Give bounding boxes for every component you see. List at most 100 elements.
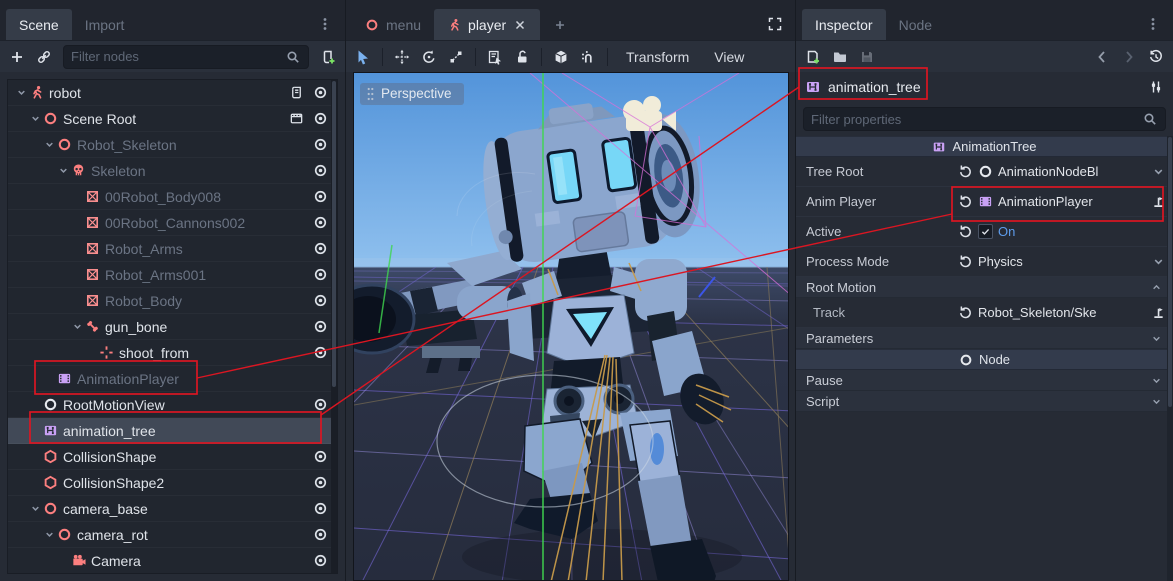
tree-node-robot-body[interactable]: Robot_Body bbox=[8, 288, 337, 314]
value-process-mode[interactable]: Physics bbox=[978, 254, 1023, 269]
tab-menu-scene[interactable]: menu bbox=[352, 9, 434, 40]
distraction-free-icon[interactable] bbox=[767, 16, 783, 32]
rotate-mode-button[interactable] bbox=[421, 49, 437, 65]
revert-icon[interactable] bbox=[958, 164, 973, 179]
revert-icon[interactable] bbox=[958, 224, 973, 239]
history-forward-icon[interactable] bbox=[1121, 49, 1137, 65]
transform-menu[interactable]: Transform bbox=[619, 49, 696, 65]
category-node[interactable]: Node bbox=[796, 349, 1173, 370]
move-mode-button[interactable] bbox=[394, 49, 410, 65]
section-chevron-icon[interactable] bbox=[1150, 281, 1163, 294]
visibility-eye-icon[interactable] bbox=[313, 293, 328, 308]
dropdown-chevron-icon[interactable] bbox=[1151, 164, 1166, 179]
visibility-eye-icon[interactable] bbox=[313, 319, 328, 334]
expand-arrow-icon[interactable] bbox=[28, 111, 43, 126]
tab-inspector[interactable]: Inspector bbox=[802, 9, 886, 40]
category-animationtree[interactable]: AnimationTree bbox=[796, 136, 1173, 157]
dropdown-chevron-icon[interactable] bbox=[1151, 254, 1166, 269]
value-anim-player[interactable]: AnimationPlayer bbox=[998, 194, 1093, 209]
scale-mode-button[interactable] bbox=[448, 49, 464, 65]
local-space-button[interactable] bbox=[553, 49, 569, 65]
tree-node-00robot-body008[interactable]: 00Robot_Body008 bbox=[8, 184, 337, 210]
revert-icon[interactable] bbox=[958, 305, 973, 320]
list-select-button[interactable] bbox=[487, 49, 503, 65]
inspector-scrollbar[interactable] bbox=[1167, 136, 1173, 581]
expand-arrow-icon[interactable] bbox=[42, 137, 57, 152]
visibility-eye-icon[interactable] bbox=[313, 85, 328, 100]
revert-icon[interactable] bbox=[958, 194, 973, 209]
section-chevron-icon[interactable] bbox=[1150, 374, 1163, 387]
filter-properties-input[interactable] bbox=[803, 107, 1166, 131]
expand-arrow-icon[interactable] bbox=[56, 163, 71, 178]
scene-tree-scrollbar[interactable] bbox=[331, 80, 337, 573]
new-scene-tab-button[interactable] bbox=[540, 9, 580, 40]
visibility-eye-icon[interactable] bbox=[313, 501, 328, 516]
snap-button[interactable] bbox=[580, 49, 596, 65]
tree-node-robot[interactable]: robot bbox=[8, 80, 337, 106]
section-script[interactable]: Script bbox=[796, 391, 1173, 412]
checkbox-active[interactable] bbox=[978, 224, 993, 239]
tree-node-collisionshape[interactable]: CollisionShape bbox=[8, 444, 337, 470]
save-resource-button[interactable] bbox=[859, 49, 875, 65]
visibility-eye-icon[interactable] bbox=[313, 449, 328, 464]
tree-node-animationplayer[interactable]: AnimationPlayer bbox=[8, 366, 337, 392]
tab-player-scene[interactable]: player bbox=[434, 9, 540, 40]
tree-node-gun-bone[interactable]: gun_bone bbox=[8, 314, 337, 340]
expand-arrow-icon[interactable] bbox=[14, 85, 29, 100]
movie-badge-icon[interactable] bbox=[289, 111, 304, 126]
tree-node-shoot-from[interactable]: shoot_from bbox=[8, 340, 337, 366]
value-tree-root[interactable]: AnimationNodeBl bbox=[998, 164, 1098, 179]
expand-arrow-icon[interactable] bbox=[42, 527, 57, 542]
visibility-eye-icon[interactable] bbox=[313, 163, 328, 178]
add-node-button[interactable] bbox=[9, 49, 25, 65]
section-parameters[interactable]: Parameters bbox=[796, 328, 1173, 349]
instance-scene-button[interactable] bbox=[36, 49, 52, 65]
visibility-eye-icon[interactable] bbox=[313, 111, 328, 126]
visibility-eye-icon[interactable] bbox=[313, 527, 328, 542]
tree-node-animation-tree[interactable]: animation_tree bbox=[8, 418, 337, 444]
close-tab-icon[interactable] bbox=[513, 18, 527, 32]
section-root-motion[interactable]: Root Motion bbox=[796, 277, 1173, 298]
tab-node[interactable]: Node bbox=[886, 9, 945, 40]
load-resource-button[interactable] bbox=[832, 49, 848, 65]
tree-node-camera-base[interactable]: camera_base bbox=[8, 496, 337, 522]
visibility-eye-icon[interactable] bbox=[313, 189, 328, 204]
value-track[interactable]: Robot_Skeleton/Ske bbox=[978, 305, 1097, 320]
filter-properties-field[interactable] bbox=[811, 112, 1142, 127]
section-chevron-icon[interactable] bbox=[1150, 332, 1163, 345]
tree-node-rootmotionview[interactable]: RootMotionView bbox=[8, 392, 337, 418]
revert-icon[interactable] bbox=[958, 254, 973, 269]
select-mode-button[interactable] bbox=[355, 49, 371, 65]
visibility-eye-icon[interactable] bbox=[313, 137, 328, 152]
tree-node-camera[interactable]: Camera bbox=[8, 548, 337, 574]
unlock-button[interactable] bbox=[514, 49, 530, 65]
scene-dock-menu-icon[interactable] bbox=[317, 16, 333, 32]
history-back-icon[interactable] bbox=[1094, 49, 1110, 65]
assign-icon[interactable] bbox=[1151, 305, 1166, 320]
inspector-menu-icon[interactable] bbox=[1145, 16, 1161, 32]
expand-arrow-icon[interactable] bbox=[28, 501, 43, 516]
history-icon[interactable] bbox=[1148, 49, 1164, 65]
visibility-eye-icon[interactable] bbox=[313, 553, 328, 568]
tree-node-robot-skeleton[interactable]: Robot_Skeleton bbox=[8, 132, 337, 158]
new-resource-button[interactable] bbox=[805, 49, 821, 65]
section-chevron-icon[interactable] bbox=[1150, 395, 1163, 408]
visibility-eye-icon[interactable] bbox=[313, 215, 328, 230]
tree-node-00robot-cannons002[interactable]: 00Robot_Cannons002 bbox=[8, 210, 337, 236]
expand-arrow-icon[interactable] bbox=[70, 319, 85, 334]
visibility-eye-icon[interactable] bbox=[313, 475, 328, 490]
visibility-eye-icon[interactable] bbox=[313, 397, 328, 412]
tree-node-collisionshape2[interactable]: CollisionShape2 bbox=[8, 470, 337, 496]
tab-import[interactable]: Import bbox=[72, 9, 138, 40]
3d-viewport[interactable]: Perspective bbox=[353, 72, 789, 581]
tree-node-robot-arms001[interactable]: Robot_Arms001 bbox=[8, 262, 337, 288]
visibility-eye-icon[interactable] bbox=[313, 241, 328, 256]
tree-node-robot-arms[interactable]: Robot_Arms bbox=[8, 236, 337, 262]
filter-nodes-field[interactable] bbox=[71, 49, 285, 64]
perspective-menu[interactable]: Perspective bbox=[360, 83, 464, 105]
visibility-eye-icon[interactable] bbox=[313, 345, 328, 360]
filter-nodes-input[interactable] bbox=[63, 45, 309, 69]
assign-icon[interactable] bbox=[1151, 194, 1166, 209]
tree-node-scene-root[interactable]: Scene Root bbox=[8, 106, 337, 132]
tab-scene[interactable]: Scene bbox=[6, 9, 72, 40]
